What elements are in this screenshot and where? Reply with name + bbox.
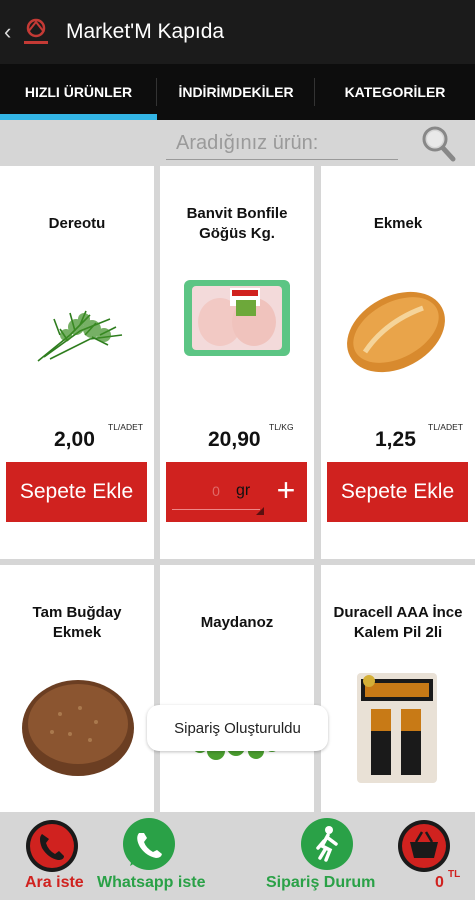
price-row: 1,25 TL/ADET [321, 422, 475, 452]
basket-icon[interactable] [396, 818, 452, 874]
whole-wheat-bread-image [22, 680, 134, 776]
price-value: 20,90 [208, 428, 261, 451]
price-unit: TL/ADET [108, 422, 143, 432]
search-icon[interactable] [418, 122, 458, 164]
back-chevron-icon[interactable]: ‹ [4, 19, 16, 45]
product-name: Dereotu [48, 215, 106, 232]
dropdown-indicator-icon [256, 507, 264, 515]
walking-person-icon[interactable] [298, 816, 356, 874]
search-bar: Aradığınız ürün: [0, 120, 475, 166]
quantity-unit-select[interactable]: gr [236, 482, 250, 500]
order-status-label[interactable]: Sipariş Durum [266, 874, 375, 892]
product-name: Ekmek [373, 215, 423, 232]
product-card: Banvit Bonfile Göğüs Kg. 20,90 TL/KG 0 g… [160, 166, 314, 559]
add-to-cart-button[interactable]: Sepete Ekle [327, 462, 468, 522]
tab-categories[interactable]: KATEGORİLER [315, 64, 475, 120]
tab-discounts[interactable]: İNDİRİMDEKİLER [157, 64, 315, 120]
price-value: 2,00 [54, 428, 95, 451]
phone-icon[interactable] [24, 818, 80, 874]
quantity-stepper[interactable]: 0 gr + [166, 462, 307, 522]
duracell-battery-image [357, 673, 437, 783]
call-label[interactable]: Ara iste [25, 874, 84, 892]
add-to-cart-button[interactable]: Sepete Ekle [6, 462, 147, 522]
price-value: 1,25 [375, 428, 416, 451]
product-card: Duracell AAA İnce Kalem Pil 2li [321, 565, 475, 812]
product-card: Ekmek 1,25 TL/ADET Sepete Ekle [321, 166, 475, 559]
product-card: Dereotu 2,00 TL/ADET Sepete Ekle [0, 166, 154, 559]
plus-icon[interactable]: + [271, 468, 301, 512]
product-name: Tam Buğday Ekmek [32, 604, 122, 641]
product-name: Duracell AAA İnce Kalem Pil 2li [333, 604, 463, 641]
product-name: Banvit Bonfile Göğüs Kg. [186, 205, 288, 242]
cart-total-value[interactable]: 0 [435, 874, 444, 892]
price-unit: TL/ADET [428, 422, 463, 432]
app-bar: ‹ Market'M Kapıda [0, 0, 475, 64]
bottom-action-bar: Ara iste Whatsapp iste Sipariş Durum 0 T… [0, 812, 475, 900]
price-row: 2,00 TL/ADET [0, 422, 154, 452]
market-logo-icon[interactable] [18, 14, 54, 50]
tab-bar: HIZLI ÜRÜNLER İNDİRİMDEKİLER KATEGORİLER [0, 64, 475, 120]
price-row: 20,90 TL/KG [160, 422, 314, 452]
tab-quick-products[interactable]: HIZLI ÜRÜNLER [0, 64, 157, 120]
whatsapp-icon[interactable] [120, 816, 178, 874]
cart-currency: TL [448, 869, 461, 880]
bread-loaf-image [347, 291, 445, 373]
toast-message: Sipariş Oluşturuldu [147, 705, 328, 751]
app-title: Market'M Kapıda [66, 20, 225, 43]
tab-label: HIZLI ÜRÜNLER [24, 84, 133, 100]
chicken-breast-image [184, 280, 290, 356]
product-card: Maydanoz [160, 565, 314, 812]
product-name: Maydanoz [200, 614, 274, 631]
price-unit: TL/KG [269, 422, 294, 432]
tab-label: KATEGORİLER [344, 84, 446, 100]
whatsapp-label[interactable]: Whatsapp iste [97, 874, 205, 892]
dill-image [37, 310, 123, 362]
product-card: Tam Buğday Ekmek [0, 565, 154, 812]
search-input[interactable]: Aradığınız ürün: [166, 126, 398, 160]
tab-label: İNDİRİMDEKİLER [178, 84, 294, 100]
